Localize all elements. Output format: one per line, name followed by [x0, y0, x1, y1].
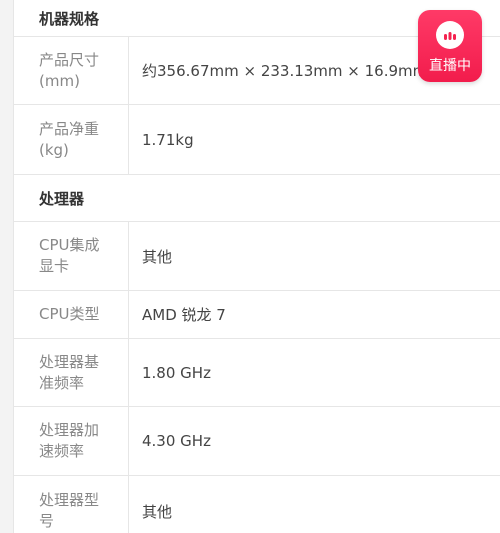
spec-label: 处理器型 号: [14, 476, 129, 533]
spec-row-boost-frequency: 处理器加 速频率 4.30 GHz: [14, 407, 500, 476]
spec-row-weight: 产品净重 (kg) 1.71kg: [14, 105, 500, 175]
spec-row-processor-model: 处理器型 号 其他: [14, 476, 500, 533]
live-badge-label: 直播中: [429, 58, 471, 74]
spec-label: CPU类型: [14, 291, 129, 338]
spec-label: 产品净重 (kg): [14, 105, 129, 174]
spec-value: 4.30 GHz: [142, 432, 211, 450]
spec-label: CPU集成 显卡: [14, 222, 129, 290]
spec-value: 其他: [142, 502, 173, 521]
spec-value: AMD 锐龙 7: [142, 306, 226, 324]
section-title-processor: 处理器: [14, 175, 500, 222]
spec-value: 其他: [142, 247, 173, 266]
spec-label: 产品尺寸 (mm): [14, 37, 129, 104]
live-badge-button[interactable]: 直播中: [418, 10, 482, 82]
spec-label: 处理器基 准频率: [14, 339, 129, 406]
spec-value: 1.80 GHz: [142, 363, 211, 382]
spec-row-cpu-type: CPU类型 AMD 锐龙 7: [14, 291, 500, 339]
spec-label: 处理器加 速频率: [14, 407, 129, 475]
live-bars-icon: [436, 21, 464, 49]
spec-row-integrated-gpu: CPU集成 显卡 其他: [14, 222, 500, 291]
spec-value: 1.71kg: [142, 130, 194, 149]
spec-row-base-frequency: 处理器基 准频率 1.80 GHz: [14, 339, 500, 407]
